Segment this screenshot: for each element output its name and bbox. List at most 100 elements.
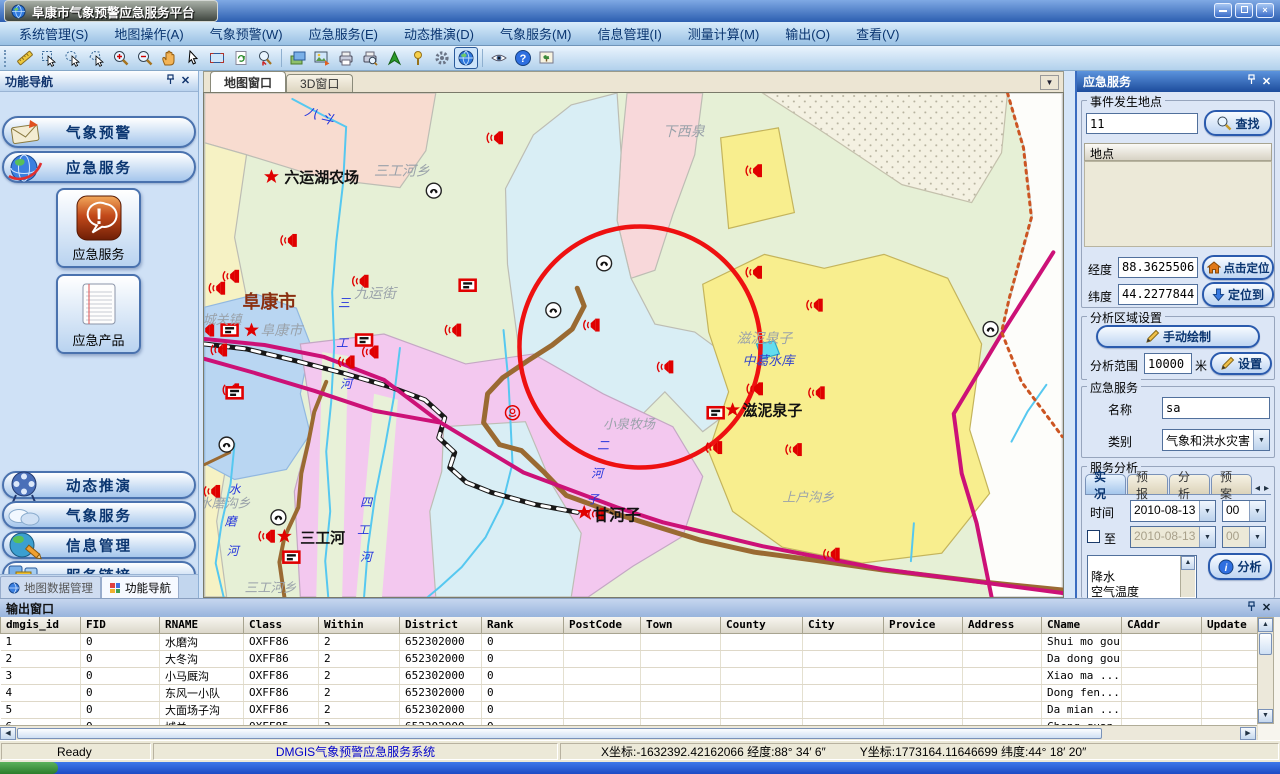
help-icon[interactable]: ? [511, 47, 535, 69]
menu-item-4[interactable]: 动态推演(D) [391, 21, 487, 46]
close-button[interactable]: × [1256, 3, 1274, 18]
place-list[interactable] [1084, 161, 1272, 247]
menu-item-3[interactable]: 应急服务(E) [296, 21, 391, 46]
pin-icon[interactable] [406, 47, 430, 69]
element-list[interactable]: 降水空气温度 ▲ [1087, 555, 1197, 598]
sidebar-item-动态推演[interactable]: 动态推演 [2, 471, 196, 499]
menu-item-8[interactable]: 输出(O) [772, 21, 843, 46]
click-locate-button[interactable]: 点击定位 [1202, 255, 1274, 280]
column-header-Provice[interactable]: Provice [884, 617, 963, 633]
column-header-PostCode[interactable]: PostCode [564, 617, 641, 633]
dropdown-arrow-icon[interactable]: ▼ [1249, 501, 1265, 521]
analysis-tab-实况[interactable]: 实况 [1085, 474, 1126, 494]
sidebar-item-应急服务[interactable]: 应急服务 [2, 151, 196, 183]
pin-icon[interactable] [163, 74, 178, 89]
to-date-checkbox[interactable] [1087, 530, 1100, 543]
column-header-Town[interactable]: Town [641, 617, 721, 633]
select-free-icon[interactable] [61, 47, 85, 69]
column-header-City[interactable]: City [803, 617, 884, 633]
scroll-right-icon[interactable]: ▶ [1240, 727, 1256, 740]
goto-location-button[interactable]: 定位到 [1202, 282, 1274, 307]
full-extent-icon[interactable] [205, 47, 229, 69]
pointer-icon[interactable] [181, 47, 205, 69]
date-select[interactable]: 2010-08-13 ▼ [1130, 500, 1216, 522]
scroll-up-icon[interactable]: ▲ [1258, 618, 1273, 632]
table-row[interactable]: 10水磨沟OXFF8626523020000Shui mo gou [1, 633, 1258, 650]
navigate-icon[interactable] [382, 47, 406, 69]
column-header-RNAME[interactable]: RNAME [160, 617, 244, 633]
column-header-CAddr[interactable]: CAddr [1122, 617, 1202, 633]
analysis-tab-分析[interactable]: 分析 [1169, 474, 1210, 494]
menu-item-2[interactable]: 气象预警(W) [197, 21, 296, 46]
toolbar-grip[interactable] [4, 50, 9, 67]
zoom-out-icon[interactable] [133, 47, 157, 69]
identify-icon[interactable] [253, 47, 277, 69]
panel-tab-功能导航[interactable]: 功能导航 [101, 576, 179, 598]
map-tab-地图窗口[interactable]: 地图窗口 [210, 71, 286, 92]
sidebar-item-信息管理[interactable]: 信息管理 [2, 531, 196, 559]
menu-item-1[interactable]: 地图操作(A) [101, 21, 196, 46]
table-row[interactable]: 40东风一小队OXFF8626523020000Dong fen... [1, 684, 1258, 701]
column-header-dmgis_id[interactable]: dmgis_id [1, 617, 81, 633]
dropdown-arrow-icon[interactable]: ▼ [1199, 501, 1215, 521]
pin-icon[interactable] [1244, 601, 1259, 616]
column-header-District[interactable]: District [400, 617, 482, 633]
menu-item-7[interactable]: 测量计算(M) [675, 21, 773, 46]
print-icon[interactable] [334, 47, 358, 69]
refresh-icon[interactable] [229, 47, 253, 69]
big-button-应急产品[interactable]: 应急产品 [56, 274, 141, 354]
manual-draw-button[interactable]: 手动绘制 [1096, 325, 1260, 348]
menu-item-9[interactable]: 查看(V) [843, 21, 912, 46]
longitude-value[interactable]: 88.3625506 [1118, 257, 1198, 278]
scene-icon[interactable] [535, 47, 559, 69]
date2-select[interactable]: 2010-08-13 ▼ [1130, 526, 1216, 548]
scroll-down-icon[interactable]: ▼ [1258, 709, 1273, 723]
menu-item-0[interactable]: 系统管理(S) [6, 21, 101, 46]
scroll-up-icon[interactable]: ▲ [1181, 556, 1195, 570]
print-preview-icon[interactable] [358, 47, 382, 69]
place-list-header[interactable]: 地点 [1084, 143, 1272, 161]
zoom-in-icon[interactable] [109, 47, 133, 69]
analysis-tab-预报[interactable]: 预报 [1127, 474, 1168, 494]
output-horizontal-scrollbar[interactable]: ◀ ▶ [0, 725, 1257, 740]
scroll-left-icon[interactable]: ◀ [0, 727, 16, 740]
latitude-value[interactable]: 44.2277844 [1118, 284, 1198, 305]
close-panel-icon[interactable]: ✕ [178, 74, 193, 88]
column-header-CName[interactable]: CName [1042, 617, 1122, 633]
menu-item-6[interactable]: 信息管理(I) [585, 21, 675, 46]
range-input[interactable] [1144, 353, 1192, 374]
output-vertical-scrollbar[interactable]: ▲ ▼ [1257, 617, 1274, 724]
layers-icon[interactable] [286, 47, 310, 69]
hour2-select[interactable]: 00 ▼ [1222, 526, 1266, 548]
analysis-tab-预案[interactable]: 预案 [1211, 474, 1252, 494]
close-panel-icon[interactable]: ✕ [1259, 75, 1274, 89]
search-button[interactable]: 查找 [1204, 110, 1272, 136]
taskbar[interactable] [0, 762, 1280, 774]
settings-icon[interactable] [430, 47, 454, 69]
table-row[interactable]: 30小马厩沟OXFF8626523020000Xiao ma ... [1, 667, 1258, 684]
hour-select[interactable]: 00 ▼ [1222, 500, 1266, 522]
tab-list-dropdown[interactable]: ▼ [1040, 75, 1059, 90]
map-tab-3D窗口[interactable]: 3D窗口 [286, 74, 353, 92]
panel-tab-地图数据管理[interactable]: 地图数据管理 [0, 576, 101, 598]
column-header-Rank[interactable]: Rank [482, 617, 564, 633]
pin-icon[interactable] [1244, 74, 1259, 89]
table-row[interactable]: 50大面场子沟OXFF8626523020000Da mian ... [1, 701, 1258, 718]
table-row[interactable]: 20大冬沟OXFF8626523020000Da dong gou [1, 650, 1258, 667]
sidebar-item-气象预警[interactable]: 气象预警 [2, 116, 196, 148]
select-rect-icon[interactable] [37, 47, 61, 69]
tab-scroll-right-icon[interactable]: ▸ [1262, 483, 1271, 494]
pan-icon[interactable] [157, 47, 181, 69]
map-canvas[interactable]: 八 斗六运湖农场三工河乡下西泉九运街城关镇阜康市阜康市水磨沟乡三工河乡小泉牧场滋… [203, 92, 1064, 598]
export-image-icon[interactable] [310, 47, 334, 69]
dropdown-arrow-icon[interactable]: ▼ [1253, 430, 1269, 450]
measure-icon[interactable] [13, 47, 37, 69]
column-header-Within[interactable]: Within [319, 617, 400, 633]
minimize-button[interactable] [1214, 3, 1232, 18]
list-scrollbar[interactable]: ▲ [1180, 556, 1195, 597]
service-type-select[interactable]: 气象和洪水灾害 ▼ [1162, 429, 1270, 451]
service-name-input[interactable] [1162, 397, 1270, 419]
analyze-button[interactable]: i 分析 [1208, 553, 1272, 580]
close-panel-icon[interactable]: ✕ [1259, 601, 1274, 615]
start-button[interactable] [0, 762, 58, 774]
